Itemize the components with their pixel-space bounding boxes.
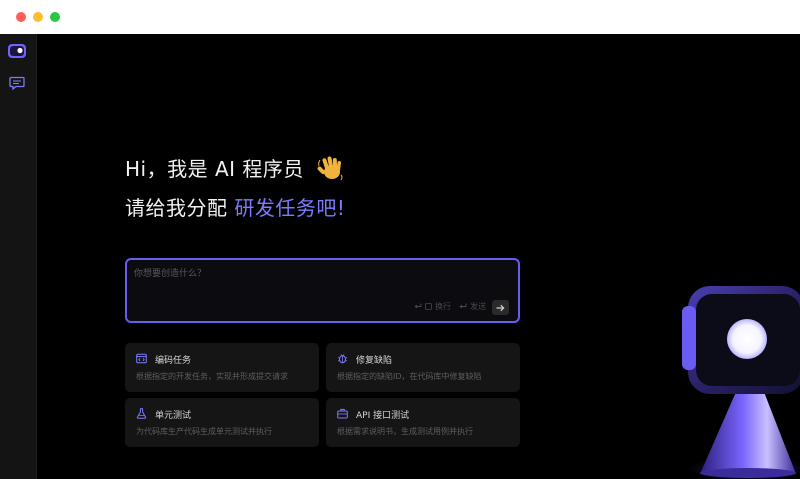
app-logo-icon[interactable] (6, 42, 28, 60)
enter-key-icon (414, 303, 422, 309)
send-hint: 发送 (459, 301, 486, 312)
robot-mascot-image (682, 286, 800, 479)
briefcase-icon (337, 408, 348, 419)
card-fix-bug[interactable]: 修复缺陷 根据指定的缺陷ID，在代码库中修复缺陷 (326, 343, 520, 392)
arrow-right-icon (496, 304, 505, 311)
card-unit-test[interactable]: 单元测试 为代码库生产代码生成单元测试并执行 (125, 398, 319, 447)
greeting-line-1: Hi，我是 AI 程序员 (125, 153, 345, 182)
newline-hint: 换行 (414, 301, 451, 312)
card-description: 根据需求说明书，生成测试用例并执行 (337, 427, 473, 436)
send-button[interactable] (492, 300, 509, 315)
greeting-text: Hi，我是 AI 程序员 (125, 157, 304, 181)
command-key-icon (425, 303, 432, 310)
card-description: 为代码库生产代码生成单元测试并执行 (136, 427, 272, 436)
flask-icon (136, 408, 147, 419)
window-close-button[interactable] (16, 12, 26, 22)
enter-key-icon (459, 303, 467, 309)
chat-icon[interactable] (9, 76, 25, 90)
card-title: 编码任务 (155, 356, 192, 366)
shortcut-hints: 换行 发送 (414, 301, 486, 312)
card-description: 根据指定的缺陷ID，在代码库中修复缺陷 (337, 372, 482, 381)
waving-hand-icon (317, 156, 343, 181)
card-title: API 接口测试 (356, 411, 410, 421)
window-titlebar (0, 0, 800, 34)
card-coding-task[interactable]: 编码任务 根据指定的开发任务，实现并形成提交请求 (125, 343, 319, 392)
card-description: 根据指定的开发任务，实现并形成提交请求 (136, 372, 288, 381)
greeting-line-2: 请给我分配 研发任务吧! (125, 192, 345, 221)
prompt-box: 换行 发送 (125, 258, 520, 323)
code-window-icon (136, 353, 147, 364)
card-title: 修复缺陷 (356, 356, 393, 366)
main-area: Hi，我是 AI 程序员 请给我分配 研发任务吧! 换行 (38, 34, 800, 479)
newline-hint-label: 换行 (435, 302, 451, 311)
window-minimize-button[interactable] (33, 12, 43, 22)
sidebar (0, 34, 37, 479)
prompt-input[interactable] (134, 266, 504, 286)
bug-icon (337, 354, 348, 364)
send-hint-label: 发送 (470, 302, 486, 311)
card-api-test[interactable]: API 接口测试 根据需求说明书，生成测试用例并执行 (326, 398, 520, 447)
greeting-accent-text: 研发任务吧! (234, 196, 346, 220)
window-maximize-button[interactable] (50, 12, 60, 22)
greeting-subtext: 请给我分配 (125, 196, 235, 220)
card-title: 单元测试 (155, 411, 192, 421)
